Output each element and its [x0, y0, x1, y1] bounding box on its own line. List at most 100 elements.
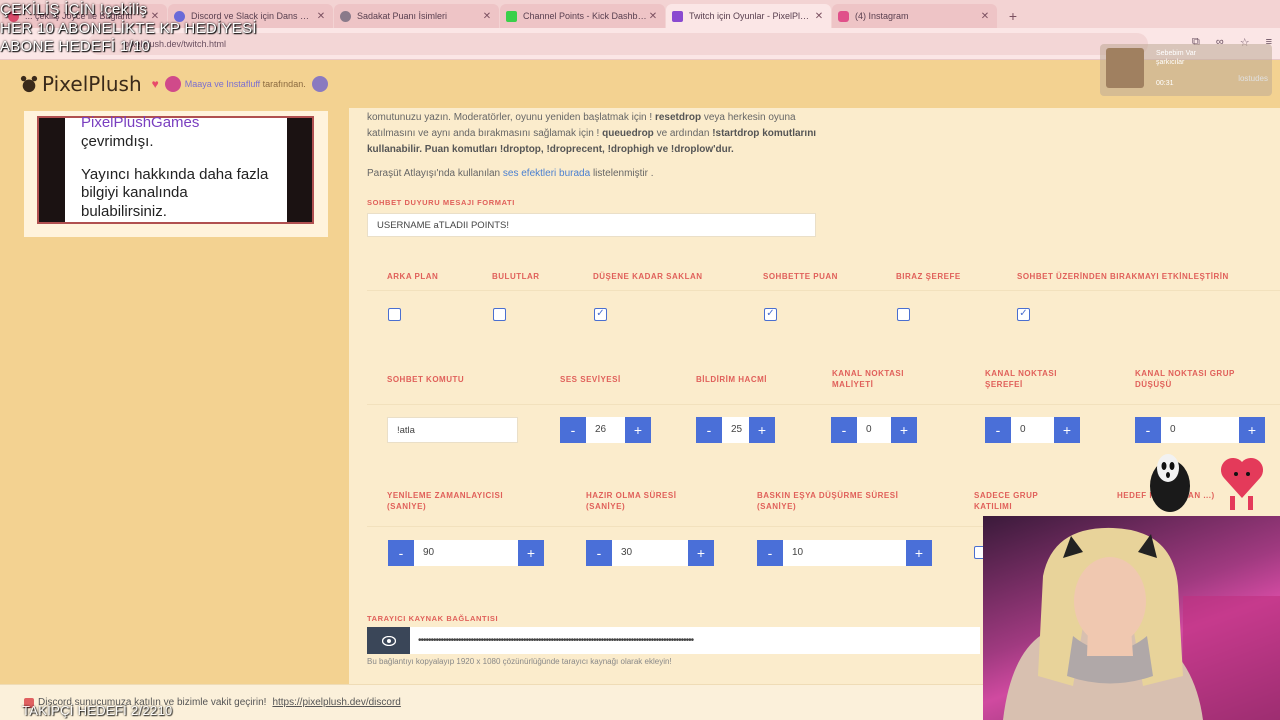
sound-effects-line: Paraşüt Atlayışı'nda kullanılan ses efek…: [367, 168, 654, 179]
widget-badge: lostudes: [1238, 74, 1268, 83]
stream-overlay-sub-goal: ABONE HEDEFİ 1/10: [0, 38, 151, 55]
sound-effects-text: Paraşüt Atlayışı'nda kullanılan: [367, 168, 501, 179]
decrement-button[interactable]: -: [586, 540, 612, 566]
channel-point-honor-value[interactable]: 0: [1011, 417, 1054, 443]
ready-time-value[interactable]: 30: [612, 540, 688, 566]
stream-overlay-gift: HER 10 ABONELİKTE KP HEDİYESİ: [0, 20, 257, 37]
tab-label: Channel Points - Kick Dashboa: [523, 11, 647, 21]
instructions-command: queuedrop: [602, 128, 654, 139]
chat-format-input[interactable]: USERNAME aTLADII POINTS!: [367, 213, 816, 237]
decrement-button[interactable]: -: [985, 417, 1011, 443]
tab-favicon-icon: [506, 10, 517, 22]
close-icon[interactable]: ✕: [647, 11, 659, 22]
increment-button[interactable]: +: [518, 540, 544, 566]
raid-drop-time-stepper: - 10 +: [757, 540, 932, 566]
avatar: [164, 76, 181, 92]
browser-tab-active[interactable]: Twitch için Oyunlar - PixelPlush ✕: [666, 4, 831, 28]
maker-names[interactable]: Maaya ve Instafluff: [185, 79, 260, 89]
background-checkbox[interactable]: [388, 308, 401, 321]
chat-command-input[interactable]: !atla: [387, 417, 518, 443]
group-only-label: SADECE GRUP KATILIMI: [974, 491, 1039, 511]
close-icon[interactable]: ✕: [315, 11, 327, 22]
channel-point-cost-value[interactable]: 0: [857, 417, 891, 443]
song-artist: şarkıcılar: [1156, 59, 1185, 66]
hide-until-drop-checkbox[interactable]: ✓: [594, 308, 607, 321]
channel-point-honor-label: KANAL NOKTASI ŞEREFEİ: [985, 369, 1057, 389]
refresh-timer-stepper: - 90 +: [388, 540, 544, 566]
chat-command-label: SOHBET KOMUTU: [387, 375, 465, 384]
stream-overlay-follower-goal: TAKİPÇİ HEDEFİ 2/2210: [22, 703, 173, 718]
album-art: [1106, 48, 1144, 88]
ready-time-stepper: - 30 +: [586, 540, 714, 566]
browser-tab[interactable]: Channel Points - Kick Dashboa ✕: [500, 4, 665, 28]
pixelplush-logo[interactable]: PixelPlush: [20, 72, 142, 96]
instructions-part: ve ardından: [656, 128, 710, 139]
ready-time-label: HAZIR OLMA SÜRESİ (SANİYE): [586, 491, 677, 511]
decrement-button[interactable]: -: [757, 540, 783, 566]
channel-point-cost-label: KANAL NOKTASI MALİYETİ: [832, 369, 904, 389]
streamer-photo: [1003, 527, 1280, 720]
increment-button[interactable]: +: [749, 417, 775, 443]
clouds-checkbox[interactable]: [493, 308, 506, 321]
sound-effects-text: listelenmiştir .: [592, 168, 654, 179]
increment-button[interactable]: +: [1054, 417, 1080, 443]
tab-label: Sadakat Puanı İsimleri: [357, 11, 448, 21]
decrement-button[interactable]: -: [696, 417, 722, 443]
site-header: PixelPlush ♥ Maaya ve Instafluff tarafın…: [0, 60, 1280, 108]
logo-text: PixelPlush: [42, 72, 142, 96]
paw-logo-icon: [20, 75, 38, 93]
webcam-feed: [983, 516, 1280, 720]
volume-value[interactable]: 26: [586, 417, 625, 443]
notify-volume-stepper: - 25 +: [696, 417, 775, 443]
close-icon[interactable]: ✕: [979, 11, 991, 22]
decrement-button[interactable]: -: [831, 417, 857, 443]
clouds-label: BULUTLAR: [492, 272, 540, 281]
decrement-button[interactable]: -: [388, 540, 414, 566]
new-tab-button[interactable]: +: [1004, 7, 1022, 25]
channel-point-honor-stepper: - 0 +: [985, 417, 1080, 443]
increment-button[interactable]: +: [906, 540, 932, 566]
tab-label: Twitch için Oyunlar - PixelPlush: [689, 11, 813, 21]
close-icon[interactable]: ✕: [813, 11, 825, 22]
decrement-button[interactable]: -: [560, 417, 586, 443]
cheer-checkbox[interactable]: [897, 308, 910, 321]
avatar: [311, 76, 328, 92]
notify-volume-value[interactable]: 25: [722, 417, 749, 443]
background-label: ARKA PLAN: [387, 272, 439, 281]
raid-drop-time-value[interactable]: 10: [783, 540, 906, 566]
channel-point-group-label: KANAL NOKTASI GRUP DÜŞÜŞÜ: [1135, 369, 1235, 389]
offline-text: çevrimdışı.: [81, 132, 154, 150]
browser-tab[interactable]: (4) Instagram ✕: [832, 4, 997, 28]
tab-favicon-icon: [838, 10, 849, 22]
twitch-embed[interactable]: PixelPlushGames çevrimdışı. Yayıncı hakk…: [37, 114, 314, 224]
increment-button[interactable]: +: [891, 417, 917, 443]
browser-source-url-input[interactable]: ••••••••••••••••••••••••••••••••••••••••…: [410, 627, 980, 654]
points-in-chat-checkbox[interactable]: ✓: [764, 308, 777, 321]
sound-effects-link[interactable]: ses efektleri burada: [503, 168, 590, 179]
tab-label: (4) Instagram: [855, 11, 909, 21]
channel-point-cost-stepper: - 0 +: [831, 417, 917, 443]
divider: [367, 290, 1280, 291]
hide-until-drop-label: DÜŞENE KADAR SAKLAN: [593, 272, 703, 281]
tab-favicon-icon: [340, 10, 351, 22]
discord-link[interactable]: https://pixelplush.dev/discord: [272, 697, 400, 708]
eye-icon: [381, 635, 396, 646]
close-icon[interactable]: ✕: [481, 11, 493, 22]
increment-button[interactable]: +: [625, 417, 651, 443]
song-title: Sebebim Var: [1156, 50, 1196, 57]
instructions-command: resetdrop: [654, 112, 702, 123]
tab-favicon-icon: [672, 10, 683, 22]
heart-icon: ♥: [151, 77, 159, 91]
browser-tab[interactable]: Sadakat Puanı İsimleri ✕: [334, 4, 499, 28]
enable-chat-drop-checkbox[interactable]: ✓: [1017, 308, 1030, 321]
now-playing-widget: Sebebim Var şarkıcılar 00:31 lostudes: [1100, 44, 1272, 96]
channel-name[interactable]: PixelPlushGames: [81, 114, 271, 133]
increment-button[interactable]: +: [688, 540, 714, 566]
points-in-chat-label: SOHBETTE PUAN: [763, 272, 838, 281]
show-link-button[interactable]: [367, 627, 410, 654]
refresh-timer-value[interactable]: 90: [414, 540, 518, 566]
stream-overlay-giveaway: ÇEKİLİŞ İÇİN !çekiliş: [0, 1, 148, 18]
ghostface-sticker-icon: [1150, 454, 1190, 512]
browser-source-label: TARAYICI KAYNAK BAĞLANTISI: [367, 614, 499, 623]
instructions-text: komutunuzu yazın. Moderatörler, oyunu ye…: [367, 110, 827, 158]
